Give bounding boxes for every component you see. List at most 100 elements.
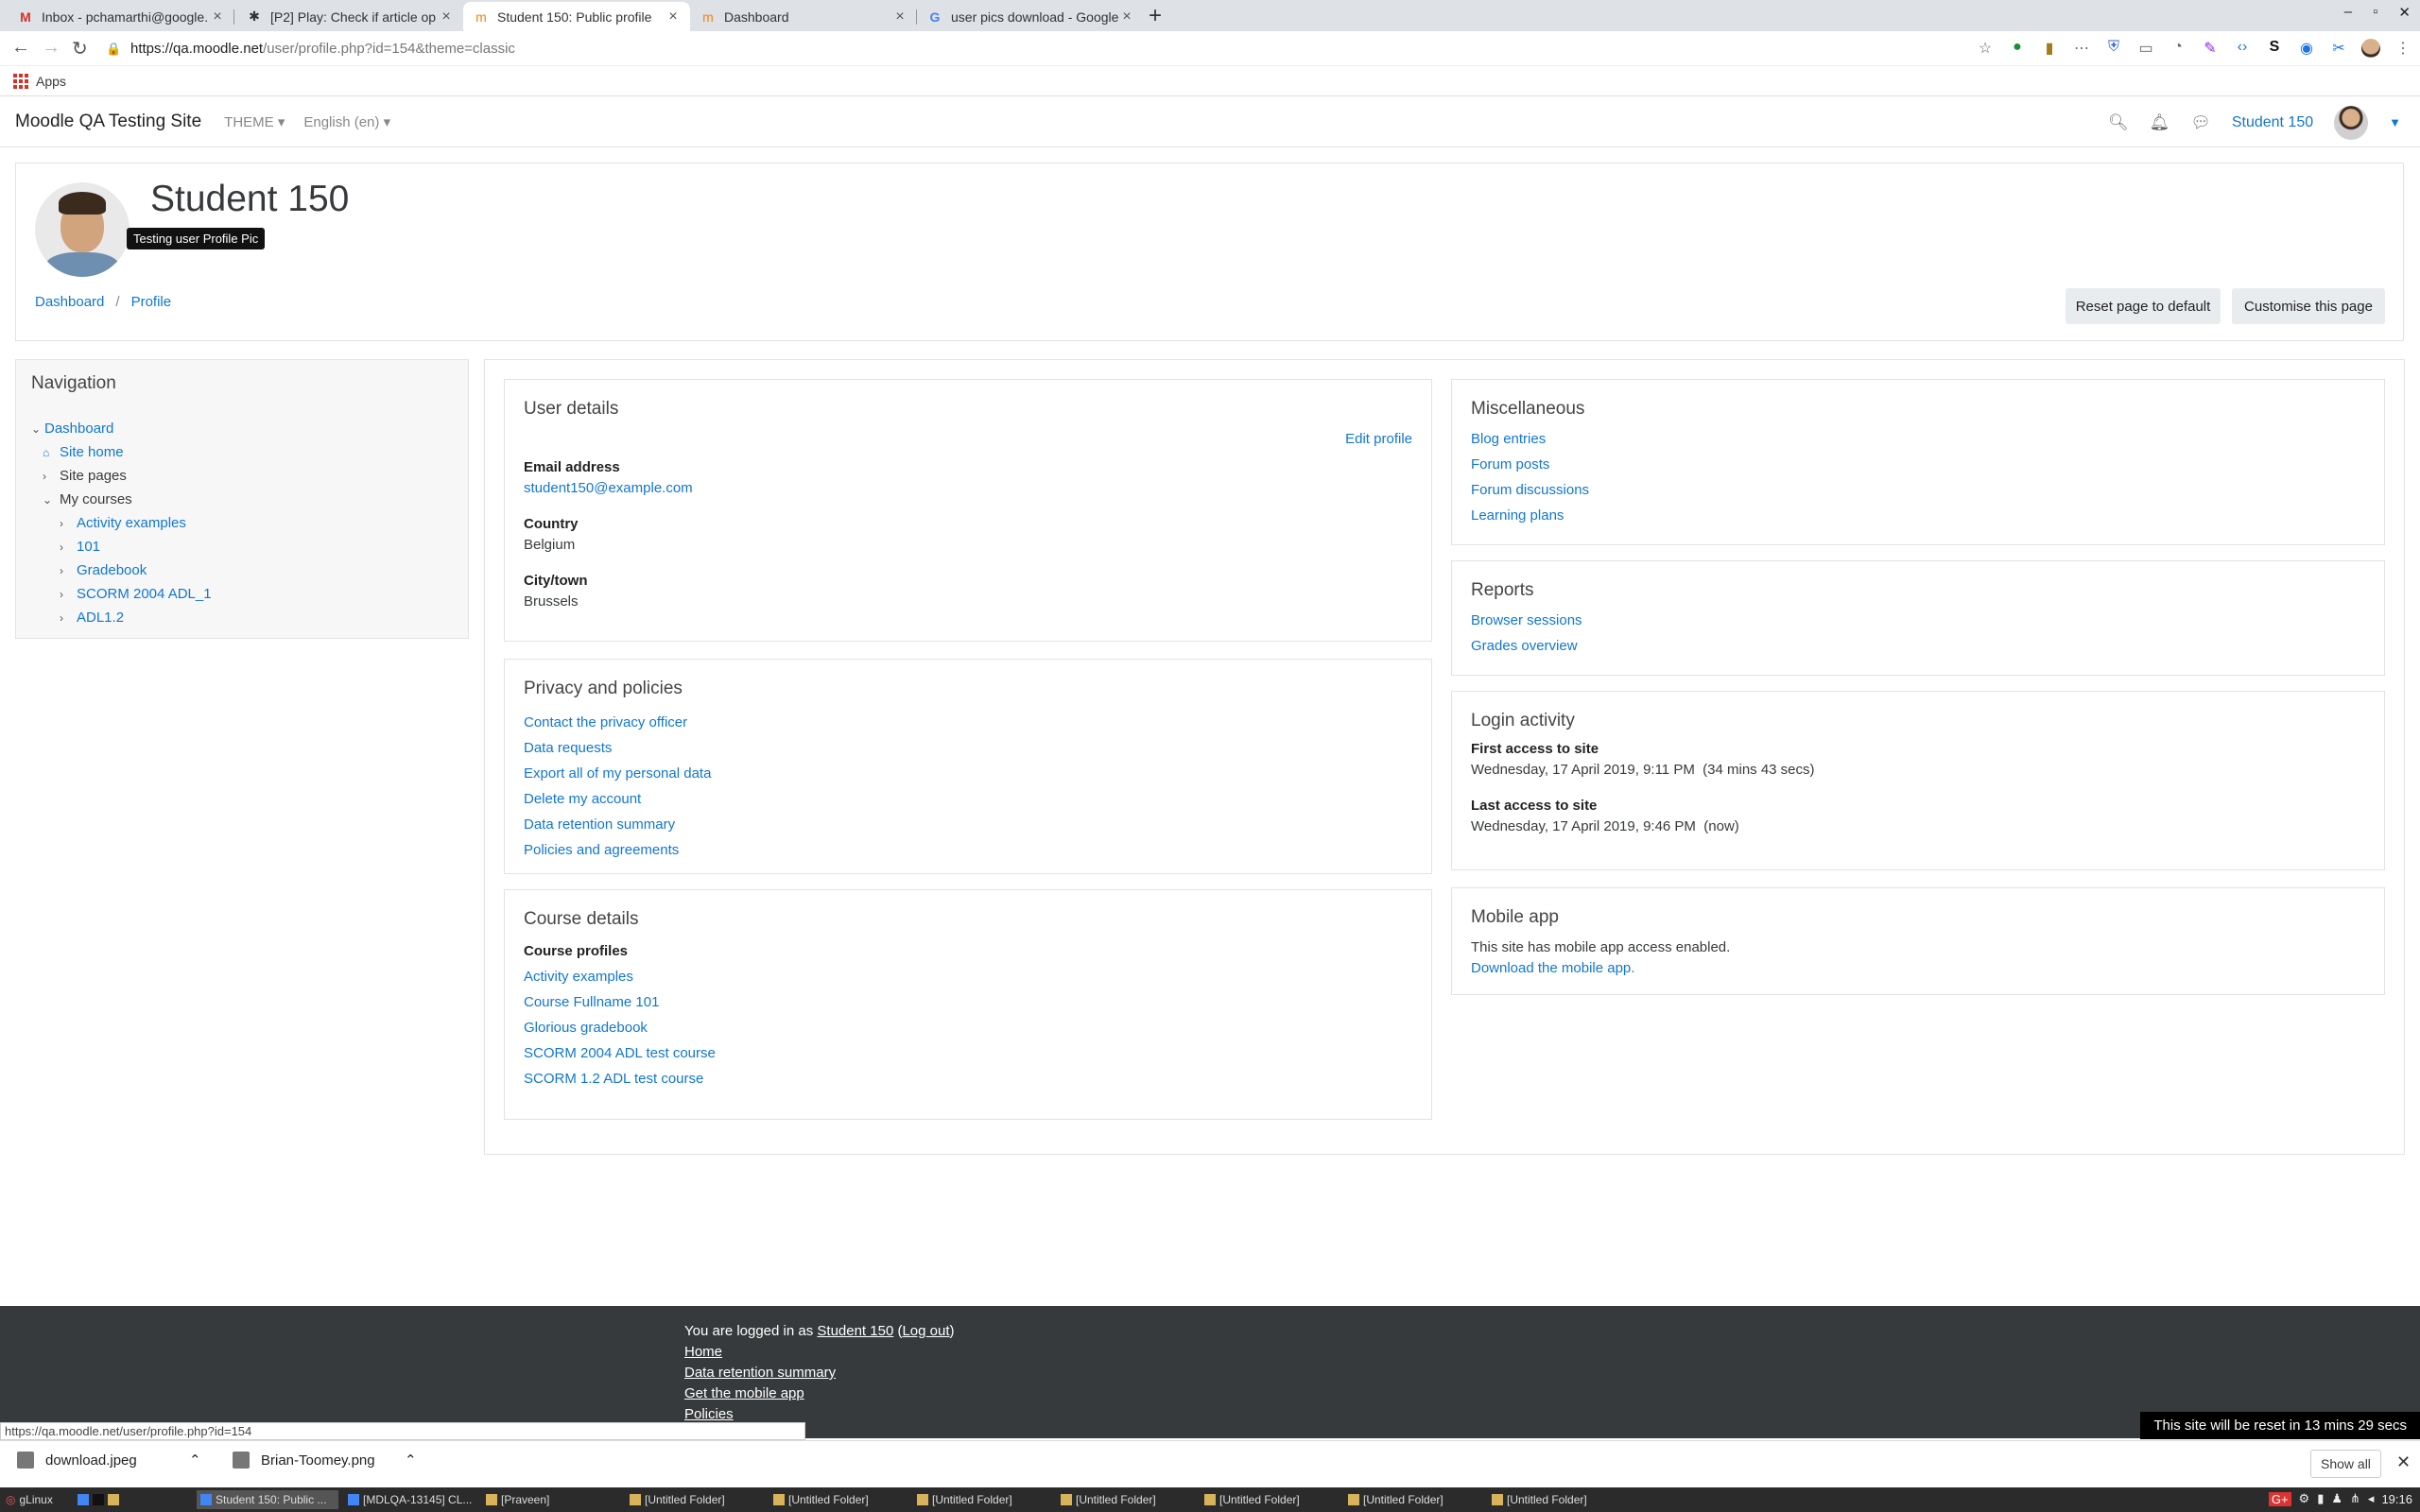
footer-data-retention-link[interactable]: Data retention summary — [684, 1365, 836, 1381]
bookmark-apps[interactable]: Apps — [36, 74, 66, 89]
footer-policies-link[interactable]: Policies — [684, 1406, 734, 1422]
download-item[interactable]: Brian-Toomey.png ⌃ — [233, 1452, 417, 1469]
extension-icon[interactable]: ⋯ — [2072, 39, 2091, 58]
forward-icon[interactable]: → — [42, 37, 60, 59]
chat-icon[interactable]: 💬︎ — [2190, 113, 2211, 132]
download-item[interactable]: download.jpeg ⌃ — [17, 1452, 201, 1469]
email-link[interactable]: student150@example.com — [524, 480, 693, 496]
theme-menu[interactable]: THEME ▾ — [224, 113, 285, 130]
extension-icon[interactable]: ◔ — [2169, 39, 2187, 58]
reload-icon[interactable]: ↻ — [72, 37, 88, 60]
download-mobile-app-link[interactable]: Download the mobile app. — [1471, 960, 1634, 976]
policies-link[interactable]: Policies and agreements — [524, 842, 679, 858]
data-requests-link[interactable]: Data requests — [524, 740, 612, 756]
grades-overview-link[interactable]: Grades overview — [1471, 638, 1578, 654]
nav-item-course[interactable]: › 101 — [60, 539, 100, 555]
nav-item-site-home[interactable]: ⌂ Site home — [43, 444, 124, 460]
export-data-link[interactable]: Export all of my personal data — [524, 765, 711, 782]
close-tab-icon[interactable]: × — [210, 9, 225, 26]
close-tab-icon[interactable]: × — [1119, 9, 1134, 26]
customise-page-button[interactable]: Customise this page — [2232, 288, 2385, 324]
close-window-icon[interactable]: ✕ — [2398, 4, 2411, 21]
launcher-icons[interactable] — [74, 1490, 123, 1509]
minimize-icon[interactable]: – — [2344, 4, 2352, 21]
footer-home-link[interactable]: Home — [684, 1344, 722, 1360]
battery-icon[interactable]: ▮ — [2317, 1491, 2324, 1506]
taskbar-window[interactable]: [Untitled Folder] — [769, 1490, 907, 1509]
search-icon[interactable]: 🔍︎ — [2108, 113, 2129, 132]
code-icon[interactable]: ‹› — [2233, 39, 2252, 58]
show-all-downloads-button[interactable]: Show all — [2310, 1450, 2381, 1478]
taskbar-window[interactable]: [Untitled Folder] — [1057, 1490, 1194, 1509]
browser-tab[interactable]: G user pics download - Google × — [917, 2, 1144, 31]
reset-page-button[interactable]: Reset page to default — [2066, 288, 2221, 324]
nav-item-course[interactable]: › SCORM 2004 ADL_1 — [60, 586, 212, 602]
volume-icon[interactable]: ◂ — [2368, 1491, 2375, 1506]
browser-tab[interactable]: ✱ [P2] Play: Check if article op × — [236, 2, 463, 31]
language-menu[interactable]: English (en) ▾ — [303, 113, 390, 130]
close-tab-icon[interactable]: × — [439, 9, 454, 26]
nav-item-course[interactable]: › Gradebook — [60, 562, 147, 578]
delete-account-link[interactable]: Delete my account — [524, 791, 641, 807]
taskbar-window[interactable]: [MDLQA-13145] CL... — [344, 1490, 476, 1509]
star-icon[interactable]: ☆ — [1976, 39, 1995, 58]
close-tab-icon[interactable]: × — [892, 9, 908, 26]
settings-icon[interactable]: ⚙ — [2299, 1491, 2310, 1506]
taskbar-window[interactable]: [Untitled Folder] — [1201, 1490, 1338, 1509]
forum-discussions-link[interactable]: Forum discussions — [1471, 482, 1589, 498]
extension-icon[interactable]: ▮ — [2040, 39, 2059, 58]
chevron-up-icon[interactable]: ⌃ — [405, 1452, 417, 1469]
course-link[interactable]: Course Fullname 101 — [524, 994, 659, 1010]
extension-icon[interactable]: ▭ — [2136, 39, 2155, 58]
nav-item-course[interactable]: › Activity examples — [60, 515, 186, 531]
browser-sessions-link[interactable]: Browser sessions — [1471, 612, 1582, 628]
browser-tab-active[interactable]: m Student 150: Public profile × — [463, 2, 690, 31]
data-retention-link[interactable]: Data retention summary — [524, 816, 675, 833]
close-tab-icon[interactable]: × — [666, 9, 681, 26]
course-link[interactable]: SCORM 1.2 ADL test course — [524, 1071, 703, 1087]
maximize-icon[interactable]: ▫ — [2373, 4, 2377, 21]
nav-item-dashboard[interactable]: ⌄ Dashboard — [31, 421, 113, 437]
user-menu-name[interactable]: Student 150 — [2232, 114, 2313, 131]
extension-icon[interactable]: ● — [2008, 39, 2027, 58]
menu-icon[interactable]: ⋮ — [2394, 39, 2412, 58]
blog-entries-link[interactable]: Blog entries — [1471, 431, 1546, 447]
user-icon[interactable]: ♟ — [2331, 1491, 2342, 1506]
notification-icon[interactable]: G+ — [2268, 1491, 2291, 1506]
breadcrumb-profile[interactable]: Profile — [131, 294, 172, 310]
site-name[interactable]: Moodle QA Testing Site — [15, 112, 201, 132]
nav-item-my-courses[interactable]: ⌄ My courses — [43, 491, 132, 507]
footer-mobile-app-link[interactable]: Get the mobile app — [684, 1385, 804, 1401]
course-link[interactable]: SCORM 2004 ADL test course — [524, 1045, 716, 1061]
address-bar[interactable]: 🔒 https://qa.moodle.net/user/profile.php… — [106, 35, 1996, 62]
taskbar-window[interactable]: [Untitled Folder] — [1344, 1490, 1481, 1509]
course-link[interactable]: Activity examples — [524, 969, 633, 985]
extension-icon[interactable]: ◉ — [2297, 39, 2316, 58]
breadcrumb-dashboard[interactable]: Dashboard — [35, 294, 104, 310]
browser-tab[interactable]: M Inbox - pchamarthi@google. × — [8, 2, 234, 31]
taskbar-window[interactable]: [Untitled Folder] — [913, 1490, 1050, 1509]
shield-icon[interactable]: ⛨ — [2104, 39, 2123, 58]
bell-icon[interactable]: 🔔︎ — [2150, 113, 2170, 132]
taskbar-window[interactable]: [Praveen] — [482, 1490, 614, 1509]
footer-user-link[interactable]: Student 150 — [817, 1323, 893, 1339]
start-menu[interactable]: ◎ gLinux — [2, 1490, 57, 1509]
user-avatar[interactable] — [2334, 105, 2369, 140]
chevron-up-icon[interactable]: ⌃ — [189, 1452, 201, 1469]
taskbar-window[interactable]: Student 150: Public ... — [197, 1490, 338, 1509]
network-icon[interactable]: ⋔ — [2350, 1491, 2360, 1506]
close-download-bar-icon[interactable]: ✕ — [2396, 1452, 2411, 1472]
taskbar-window[interactable]: [Untitled Folder] — [626, 1490, 763, 1509]
logout-link[interactable]: Log out — [902, 1323, 949, 1339]
new-tab-icon[interactable]: + — [1149, 3, 1162, 29]
extension-icon[interactable]: S — [2265, 39, 2284, 58]
caret-down-icon[interactable]: ▼ — [2389, 115, 2401, 129]
forum-posts-link[interactable]: Forum posts — [1471, 456, 1549, 472]
browser-tab[interactable]: m Dashboard × — [690, 2, 917, 31]
taskbar-window[interactable]: [Untitled Folder] — [1488, 1490, 1625, 1509]
pen-icon[interactable]: ✎ — [2201, 39, 2220, 58]
nav-item-course[interactable]: › ADL1.2 — [60, 610, 124, 626]
learning-plans-link[interactable]: Learning plans — [1471, 507, 1564, 524]
back-icon[interactable]: ← — [11, 37, 30, 59]
tools-icon[interactable]: ✂ — [2329, 39, 2348, 58]
